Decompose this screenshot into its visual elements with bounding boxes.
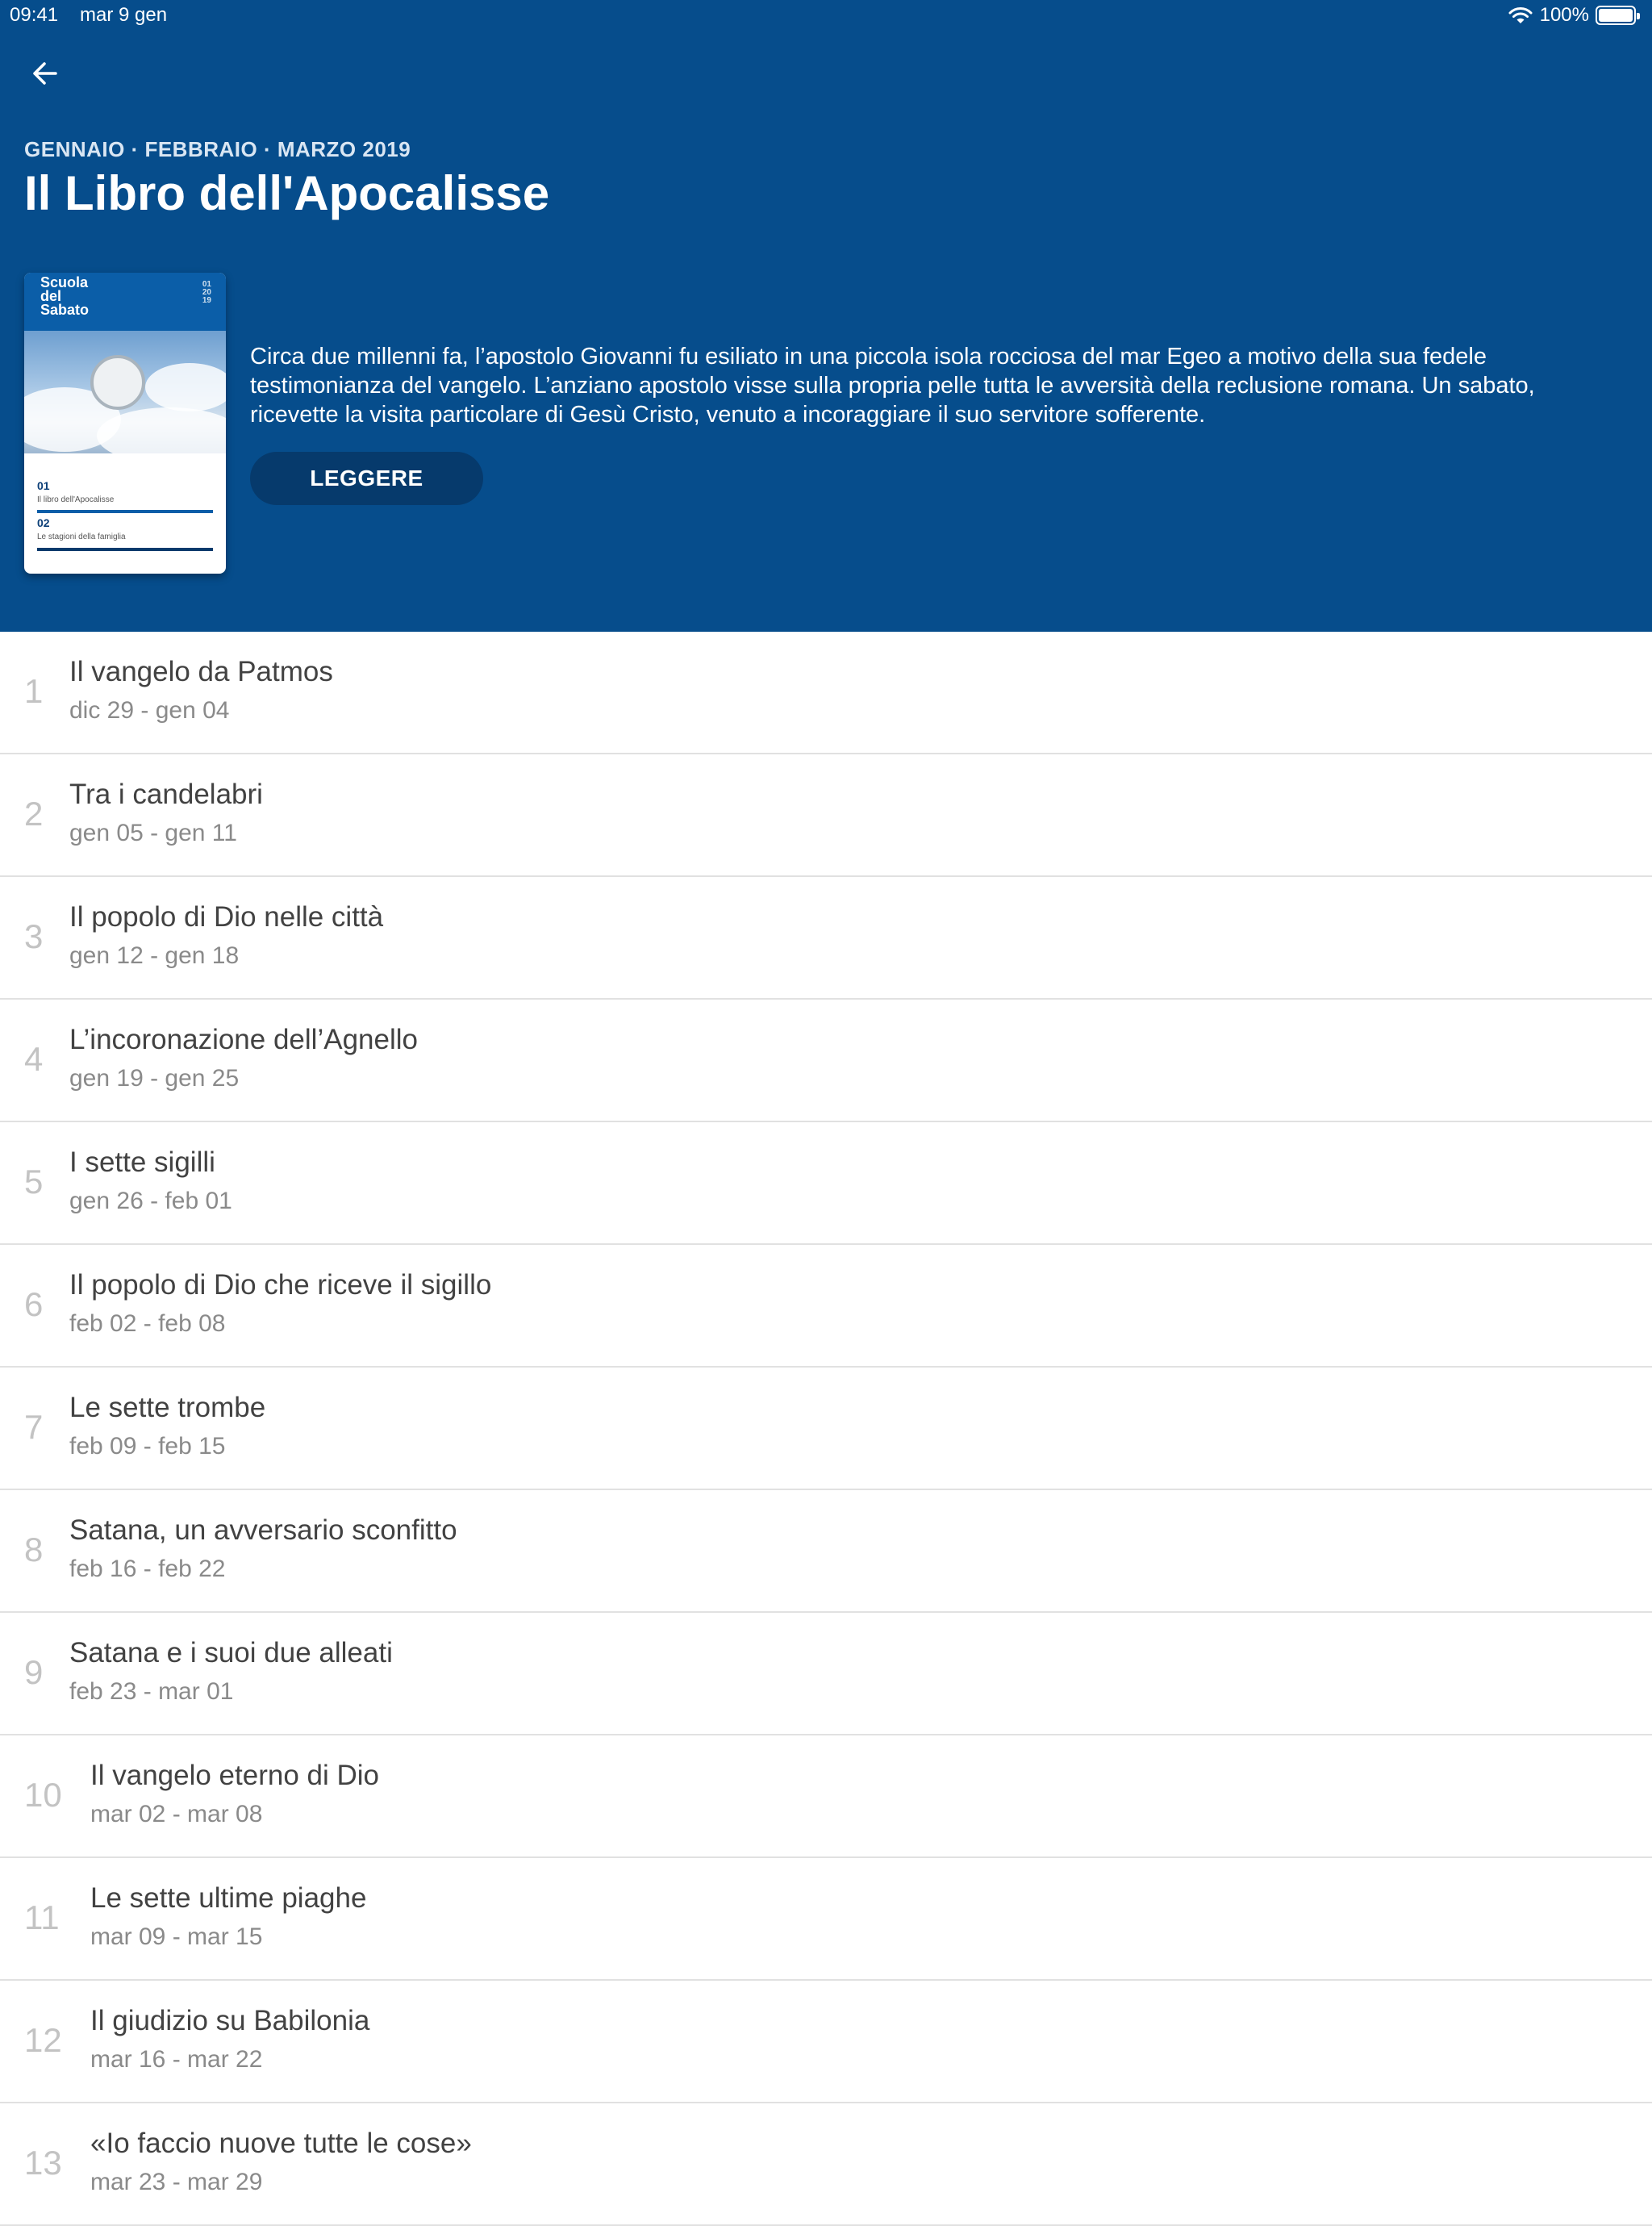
lesson-index: 8	[24, 1531, 44, 1568]
lesson-title: «Io faccio nuove tutte le cose»	[90, 2128, 472, 2159]
status-bar: 09:41 mar 9 gen 100%	[0, 0, 1652, 32]
lesson-dates: feb 16 - feb 22	[69, 1556, 226, 1582]
lesson-title: Il giudizio su Babilonia	[90, 2005, 370, 2036]
lesson-index: 2	[24, 795, 44, 833]
wifi-icon	[1508, 7, 1533, 23]
lesson-index: 6	[24, 1285, 44, 1323]
cover-lesson-number: 01	[37, 479, 50, 492]
lesson-title: Le sette ultime piaghe	[90, 1882, 367, 1914]
lesson-row[interactable]: 3 Il popolo di Dio nelle città gen 12 - …	[0, 877, 1652, 1000]
back-button[interactable]	[23, 52, 66, 95]
lesson-dates: gen 05 - gen 11	[69, 820, 237, 846]
cover-brand: Scuola del Sabato	[40, 274, 90, 318]
cover-lesson-label: Il libro dell'Apocalisse	[37, 495, 115, 504]
cover-lesson-number: 02	[37, 516, 50, 529]
status-date: mar 9 gen	[80, 4, 168, 26]
lesson-dates: mar 02 - mar 08	[90, 1801, 263, 1827]
lesson-title: Tra i candelabri	[69, 779, 263, 810]
lesson-title: L’incoronazione dell’Agnello	[69, 1024, 418, 1055]
lesson-title: Il vangelo da Patmos	[69, 656, 333, 687]
battery-percentage: 100%	[1539, 4, 1589, 26]
lesson-dates: feb 09 - feb 15	[69, 1433, 226, 1460]
lesson-index: 11	[24, 1898, 60, 1936]
lesson-index: 1	[24, 672, 44, 710]
lesson-dates: mar 09 - mar 15	[90, 1923, 263, 1950]
lesson-row[interactable]: 5 I sette sigilli gen 26 - feb 01	[0, 1122, 1652, 1245]
lesson-list: 1 Il vangelo da Patmos dic 29 - gen 04 2…	[0, 632, 1652, 2226]
lesson-index: 7	[24, 1408, 44, 1446]
lesson-index: 9	[24, 1653, 44, 1691]
quarterly-description: Circa due millenni fa, l’apostolo Giovan…	[250, 344, 1535, 428]
clock-icon	[90, 355, 145, 410]
read-button[interactable]: LEGGERE	[250, 452, 483, 505]
lesson-index: 10	[24, 1776, 62, 1814]
lesson-index: 3	[24, 917, 44, 955]
lesson-title: Satana, un avversario sconfitto	[69, 1514, 457, 1546]
lesson-dates: gen 26 - feb 01	[69, 1188, 232, 1214]
cover-divider	[37, 548, 213, 551]
lesson-index: 12	[24, 2021, 62, 2059]
lesson-dates: dic 29 - gen 04	[69, 697, 230, 724]
lesson-row[interactable]: 10 Il vangelo eterno di Dio mar 02 - mar…	[0, 1735, 1652, 1858]
lesson-row[interactable]: 9 Satana e i suoi due alleati feb 23 - m…	[0, 1613, 1652, 1735]
lesson-dates: gen 12 - gen 18	[69, 942, 240, 969]
cover-lesson-label: Le stagioni della famiglia	[37, 532, 126, 541]
lesson-row[interactable]: 7 Le sette trombe feb 09 - feb 15	[0, 1368, 1652, 1490]
status-time: 09:41	[10, 4, 59, 26]
battery-icon	[1596, 6, 1640, 25]
lesson-row[interactable]: 4 L’incoronazione dell’Agnello gen 19 - …	[0, 1000, 1652, 1122]
lesson-row[interactable]: 12 Il giudizio su Babilonia mar 16 - mar…	[0, 1981, 1652, 2103]
lesson-row[interactable]: 8 Satana, un avversario sconfitto feb 16…	[0, 1490, 1652, 1613]
lesson-title: Il vangelo eterno di Dio	[90, 1760, 379, 1791]
lesson-dates: mar 16 - mar 22	[90, 2046, 263, 2073]
lesson-dates: feb 02 - feb 08	[69, 1310, 226, 1337]
status-indicators: 100%	[1508, 4, 1641, 27]
lesson-index: 13	[24, 2144, 62, 2182]
lesson-dates: gen 19 - gen 25	[69, 1065, 240, 1092]
lesson-row[interactable]: 6 Il popolo di Dio che riceve il sigillo…	[0, 1245, 1652, 1368]
quarter-label: GENNAIO · FEBBRAIO · MARZO 2019	[24, 137, 411, 161]
quarterly-header: 09:41 mar 9 gen 100% GENNAIO · FEBBRAIO …	[0, 0, 1652, 632]
cover-sky-image	[24, 331, 226, 464]
lesson-row[interactable]: 2 Tra i candelabri gen 05 - gen 11	[0, 754, 1652, 877]
lesson-title: Il popolo di Dio nelle città	[69, 901, 384, 933]
lesson-row[interactable]: 1 Il vangelo da Patmos dic 29 - gen 04	[0, 632, 1652, 754]
lesson-title: Le sette trombe	[69, 1392, 266, 1423]
lesson-dates: feb 23 - mar 01	[69, 1678, 234, 1705]
lesson-title: Il popolo di Dio che riceve il sigillo	[69, 1269, 492, 1301]
page-title: Il Libro dell'Apocalisse	[24, 166, 550, 220]
lesson-row[interactable]: 13 «Io faccio nuove tutte le cose» mar 2…	[0, 2103, 1652, 2226]
quarterly-cover-image: Scuola del Sabato 01 20 19 01 Il libro d…	[24, 273, 226, 574]
lesson-title: I sette sigilli	[69, 1146, 215, 1178]
cover-banner: Scuola del Sabato 01 20 19	[24, 273, 226, 331]
cover-divider	[37, 510, 213, 513]
cover-number: 01 20 19	[202, 280, 211, 305]
back-arrow-icon	[33, 62, 57, 85]
lesson-title: Satana e i suoi due alleati	[69, 1637, 393, 1668]
lesson-dates: mar 23 - mar 29	[90, 2169, 263, 2195]
lesson-index: 5	[24, 1163, 44, 1201]
lesson-row[interactable]: 11 Le sette ultime piaghe mar 09 - mar 1…	[0, 1858, 1652, 1981]
lesson-index: 4	[24, 1040, 44, 1078]
